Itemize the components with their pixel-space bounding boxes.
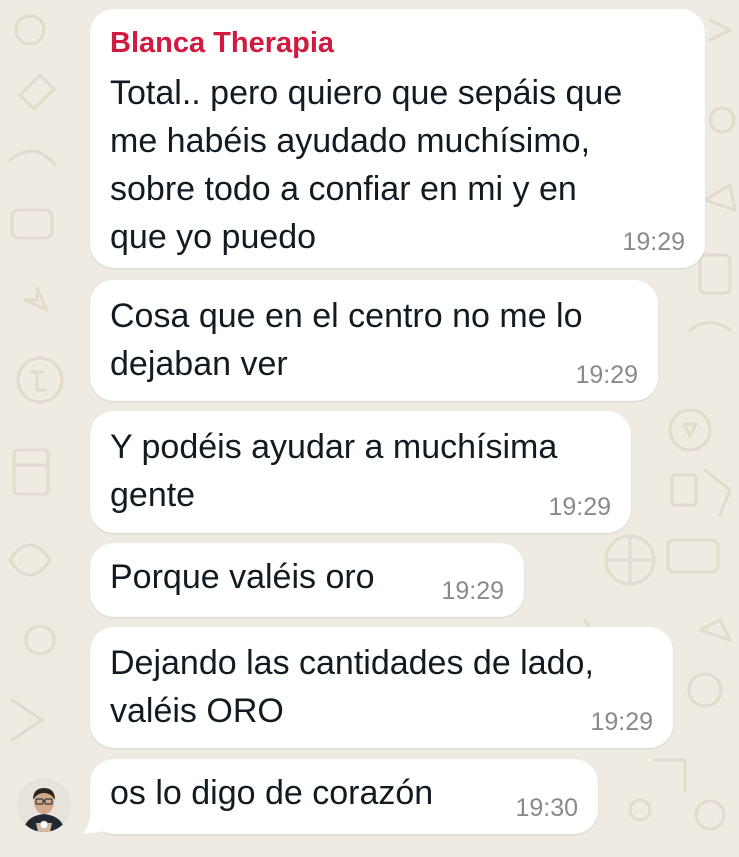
message-time: 19:29 (441, 577, 504, 605)
message-text: Cosa que en el centro no me lo dejaban v… (110, 297, 583, 383)
message-bubble[interactable]: Y podéis ayudar a muchísima gente 19:29 (90, 411, 631, 533)
contact-avatar-icon (17, 778, 71, 832)
message-bubble[interactable]: Dejando las cantidades de lado, valéis O… (90, 627, 673, 748)
message-text: Dejando las cantidades de lado, valéis O… (110, 644, 594, 730)
message-bubble[interactable]: Cosa que en el centro no me lo dejaban v… (90, 280, 658, 401)
message-text: Y podéis ayudar a muchísima gente (110, 428, 558, 514)
message-bubble[interactable]: Blanca Therapia Total.. pero quiero que … (90, 9, 705, 268)
message-bubble[interactable]: os lo digo de corazón 19:30 (90, 759, 598, 834)
message-text: os lo digo de corazón (110, 774, 434, 812)
bubble-tail (82, 805, 108, 834)
message-time: 19:29 (590, 708, 653, 736)
message-text: Porque valéis oro (110, 558, 375, 596)
sender-name[interactable]: Blanca Therapia (110, 29, 334, 58)
chat-conversation: Blanca Therapia Total.. pero quiero que … (0, 0, 739, 857)
contact-avatar[interactable] (17, 778, 71, 832)
message-text: Total.. pero quiero que sepáis que me ha… (110, 74, 623, 256)
message-time: 19:29 (548, 493, 611, 521)
message-time: 19:29 (575, 361, 638, 389)
message-bubble[interactable]: Porque valéis oro 19:29 (90, 543, 524, 617)
message-time: 19:29 (622, 228, 685, 256)
message-time: 19:30 (515, 794, 578, 822)
